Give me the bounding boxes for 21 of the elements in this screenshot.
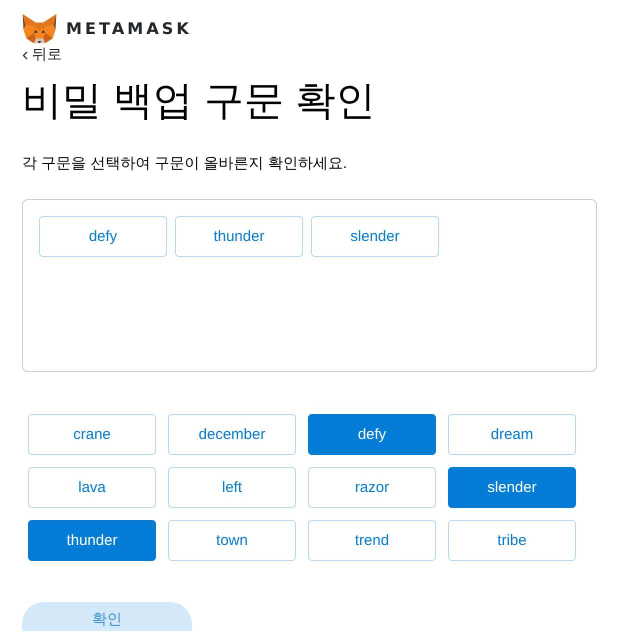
word-button[interactable]: dream [448, 414, 576, 455]
back-link[interactable]: 뒤로 [22, 46, 62, 64]
word-button[interactable]: town [168, 520, 296, 561]
fox-logo-icon [22, 14, 57, 44]
logo-wordmark: METAMASK [66, 19, 192, 39]
page-title: 비밀 백업 구문 확인 [22, 78, 376, 125]
word-button[interactable]: trend [308, 520, 436, 561]
word-button[interactable]: crane [28, 414, 156, 455]
word-chip[interactable]: slender [311, 216, 439, 257]
word-button[interactable]: tribe [448, 520, 576, 561]
word-button[interactable]: lava [28, 467, 156, 508]
word-chip[interactable]: thunder [175, 216, 303, 257]
word-button[interactable]: december [168, 414, 296, 455]
chevron-left-icon [22, 50, 28, 60]
instructions-text: 각 구문을 선택하여 구문이 올바른지 확인하세요. [22, 154, 348, 174]
word-button[interactable]: defy [308, 414, 436, 455]
word-chip[interactable]: defy [39, 216, 167, 257]
word-button[interactable]: slender [448, 467, 576, 508]
word-button[interactable]: left [168, 467, 296, 508]
word-button[interactable]: razor [308, 467, 436, 508]
word-button[interactable]: thunder [28, 520, 156, 561]
